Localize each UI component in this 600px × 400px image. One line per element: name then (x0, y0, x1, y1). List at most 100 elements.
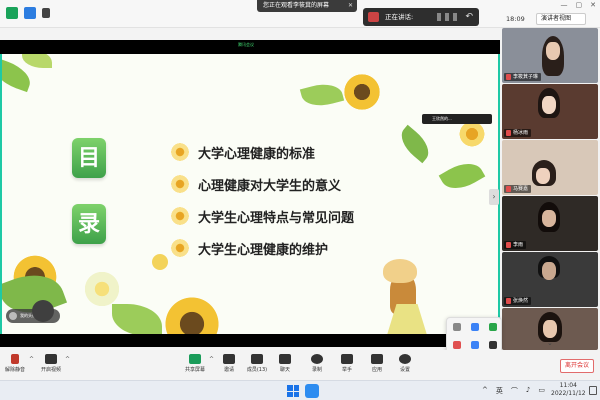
tray-app-icon[interactable] (453, 341, 461, 349)
battery-icon[interactable]: ▭ (538, 386, 545, 396)
invite-button[interactable]: 邀请 (216, 354, 242, 373)
unmute-label: 解除静音 (4, 367, 25, 373)
petal-decoration (152, 254, 168, 270)
speaking-indicator: 正在讲话: ↶ (363, 8, 479, 26)
maximize-icon[interactable]: ▢ (576, 1, 583, 9)
leaf-decoration (438, 155, 486, 197)
participant-name: 杨冰雨 (504, 129, 532, 137)
participant-tile[interactable]: 杨冰雨 (502, 84, 598, 139)
taskbar-clock[interactable]: 11:04 2022/11/12 (551, 382, 586, 398)
menu-item-text: 大学生心理特点与常见问题 (198, 210, 355, 226)
tray-app-icon[interactable] (489, 341, 497, 349)
slide: 目 录 大学心理健康的标准 心理健康对大学生的意义 大学生心理特点与常见问题 大… (0, 54, 500, 334)
menu-item: 大学生心理特点与常见问题 (170, 206, 354, 226)
audio-wave-icon (437, 13, 457, 21)
members-icon (251, 354, 263, 364)
leaf-decoration (112, 304, 162, 334)
raise-hand-button[interactable]: 举手 (334, 354, 360, 373)
invite-icon (223, 354, 235, 364)
bluetooth-icon[interactable] (471, 323, 479, 331)
flower-bullet-icon (170, 174, 190, 194)
taskbar-date: 2022/11/12 (551, 390, 586, 397)
members-label: 成员(13) (246, 367, 268, 373)
participant-name: 马赛嘉 (504, 185, 532, 193)
chevron-down-icon[interactable]: ⌄ (547, 339, 553, 347)
menu-item: 心理健康对大学生的意义 (170, 174, 341, 194)
share-banner-text: 您正在观看李筱萁的屏幕 (263, 2, 330, 9)
start-video-label: 开启视频 (40, 367, 61, 373)
participant-tile[interactable]: 李雨 (502, 196, 598, 251)
chat-button[interactable]: 聊天 (272, 354, 298, 373)
top-bar: 您正在观看李筱萁的屏幕 ✕ 正在讲话: ↶ 18:09 演讲者视图 — ▢ ✕ (0, 0, 600, 28)
menu-item-text: 大学心理健康的标准 (198, 146, 316, 162)
participant-tile[interactable]: 李筱萁子琳 (502, 28, 598, 83)
sunflower-image (342, 72, 382, 112)
record-button[interactable]: 录制 (304, 354, 330, 373)
chevron-up-icon[interactable]: ^ (482, 386, 488, 396)
input-method-icon[interactable]: 英 (496, 386, 503, 396)
mulu-block-1: 目 (72, 138, 106, 178)
minimize-icon[interactable]: — (561, 1, 568, 9)
sunflower-image (162, 294, 222, 334)
notification-icon[interactable] (589, 386, 597, 395)
participant-face (546, 42, 560, 60)
windows-taskbar: ^ 英 ⌒ ♪ ▭ 11:04 2022/11/12 (0, 380, 600, 400)
windows-start-icon[interactable] (287, 385, 299, 397)
signal-icon[interactable] (42, 8, 50, 18)
menu-item: 大学生心理健康的维护 (170, 238, 328, 258)
participant-name: 李雨 (504, 241, 527, 249)
speaking-label: 正在讲话: (385, 13, 414, 21)
menu-item-text: 心理健康对大学生的意义 (198, 178, 342, 194)
chevron-up-icon[interactable]: ^ (29, 356, 34, 363)
tray-app-icon[interactable] (453, 323, 461, 331)
window-controls: — ▢ ✕ (561, 1, 597, 9)
participant-name: 李筱萁子琳 (504, 73, 542, 81)
flower-bullet-icon (170, 238, 190, 258)
share-screen-icon (189, 354, 201, 364)
participant-tile[interactable]: 马赛嘉 (502, 140, 598, 195)
leaf-decoration (394, 124, 436, 164)
hand-icon (341, 354, 353, 364)
chevron-up-icon[interactable]: ^ (209, 356, 214, 363)
chevron-up-icon[interactable]: ^ (65, 356, 70, 363)
volume-icon[interactable]: ♪ (526, 386, 530, 396)
participant-name: 张焕然 (504, 297, 532, 305)
wifi-icon[interactable]: ⌒ (511, 386, 518, 396)
back-arrow-icon[interactable]: ↶ (465, 8, 473, 26)
shield-icon[interactable] (24, 7, 36, 19)
flower-image (82, 269, 122, 309)
participant-tile[interactable]: 张焕然 (502, 252, 598, 307)
camera-label: 腾讯会议 (238, 42, 254, 47)
settings-label: 设置 (399, 367, 410, 373)
mini-video-label[interactable]: 王欣然的... (422, 114, 492, 124)
apps-label: 应用 (371, 367, 382, 373)
share-banner: 您正在观看李筱萁的屏幕 ✕ (257, 0, 357, 12)
invite-label: 邀请 (223, 367, 234, 373)
leave-meeting-button[interactable]: 离开会议 (560, 359, 594, 373)
gallery-toggle-button[interactable]: › (489, 189, 499, 205)
members-button[interactable]: 成员(13) (244, 354, 270, 373)
apps-button[interactable]: 应用 (364, 354, 390, 373)
dress-illustration (372, 304, 442, 334)
chat-icon (279, 354, 291, 364)
apps-icon (371, 354, 383, 364)
mulu-block-2: 录 (72, 204, 106, 244)
participant-gallery: 李筱萁子琳 杨冰雨 马赛嘉 李雨 张焕然 (500, 28, 600, 350)
unmute-button[interactable]: 解除静音 ^ (2, 354, 34, 373)
wechat-icon[interactable] (489, 323, 497, 331)
sunflower-image (458, 120, 486, 148)
start-video-button[interactable]: 开启视频 ^ (38, 354, 70, 373)
participant-face (543, 320, 557, 338)
participant-face (542, 96, 556, 114)
leaf-decoration (299, 79, 345, 111)
meeting-tray-icon[interactable] (471, 341, 479, 349)
meeting-app-icon[interactable] (305, 384, 319, 398)
mic-status-icon[interactable] (6, 7, 18, 19)
floating-control-button[interactable] (32, 300, 54, 322)
settings-button[interactable]: 设置 (392, 354, 418, 373)
view-mode-button[interactable]: 演讲者视图 (536, 13, 586, 25)
close-icon[interactable]: ✕ (348, 0, 353, 12)
close-window-icon[interactable]: ✕ (590, 1, 596, 9)
meeting-clock: 18:09 (506, 15, 525, 23)
share-screen-button[interactable]: 共享屏幕 ^ (182, 354, 214, 373)
